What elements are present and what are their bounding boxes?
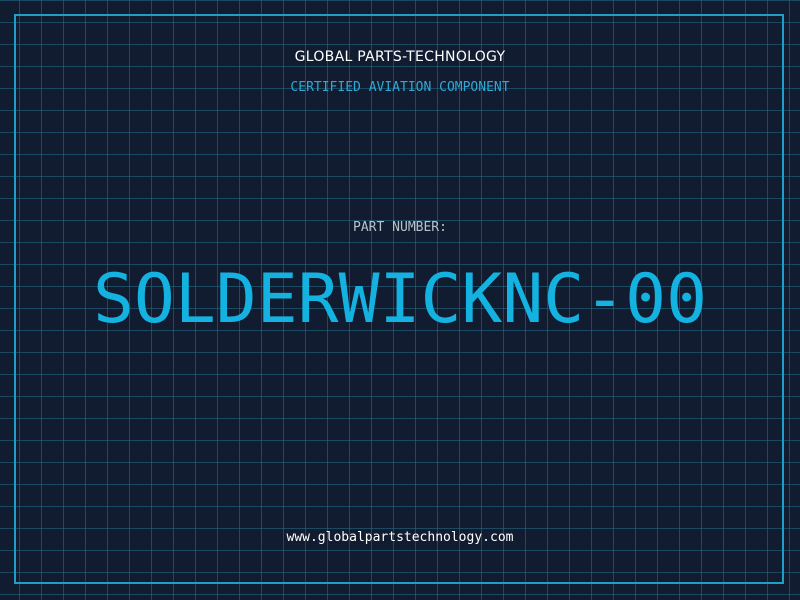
certification-subtitle: CERTIFIED AVIATION COMPONENT	[290, 80, 510, 95]
website-url: www.globalpartstechnology.com	[286, 530, 514, 545]
company-name: GLOBAL PARTS-TECHNOLOGY	[294, 49, 506, 65]
part-number-label: PART NUMBER:	[353, 220, 447, 235]
part-number-value: SOLDERWICKNC-00	[92, 260, 708, 339]
